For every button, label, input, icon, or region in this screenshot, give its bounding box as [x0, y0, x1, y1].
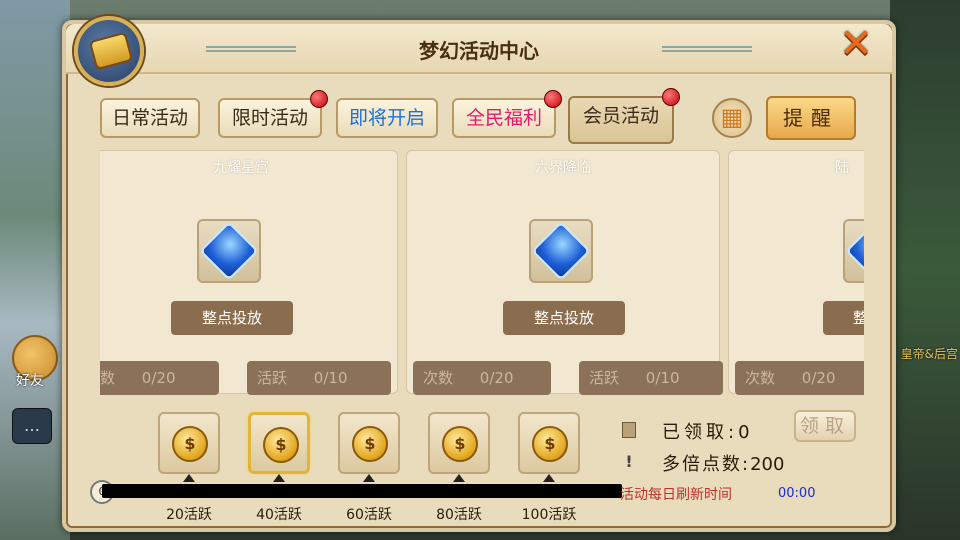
count-label: 次数: [423, 369, 454, 387]
count-value: 0/20: [479, 369, 514, 387]
multiplier-info: 多倍点数:200: [662, 450, 784, 476]
tier-marker: [543, 474, 555, 482]
activity-cards: 九耀星宫 整点投放 次数 0/20 活跃 0/10 六界降临 整点投放 次数 0…: [100, 150, 864, 396]
count-label: 次数: [745, 369, 776, 387]
refresh-time: 00:00: [778, 486, 816, 501]
tab-upcoming[interactable]: 即将开启: [336, 98, 438, 138]
card-title: 陆: [835, 160, 849, 176]
chat-icon[interactable]: …: [12, 408, 52, 444]
tab-welfare[interactable]: 全民福利: [452, 90, 562, 138]
multiplier-label: 多倍点数:: [662, 454, 751, 475]
scroll-icon: [74, 16, 144, 86]
blue-gem-icon: [845, 221, 864, 281]
claimed-value: 0: [738, 422, 750, 443]
active-value: 0/10: [313, 369, 348, 387]
count-value: 0/20: [801, 369, 836, 387]
tier-label: 20活跃: [166, 507, 212, 523]
claimed-label: 已领取:: [662, 422, 739, 443]
count-stat: 次数 0/20: [735, 361, 864, 395]
blue-gem-icon: [199, 221, 259, 281]
active-label: 活跃: [257, 369, 288, 387]
tab-limited[interactable]: 限时活动: [218, 90, 328, 138]
tab-label: 全民福利: [465, 107, 542, 129]
notification-dot-icon: [310, 90, 328, 108]
count-label: 次数: [100, 369, 116, 387]
activity-progress-bar: [102, 484, 622, 498]
activity-card[interactable]: 陆 整 次数 0/20: [728, 150, 864, 395]
tab-label: 限时活动: [231, 107, 308, 129]
active-stat: 活跃 0/10: [247, 361, 391, 395]
tab-label: 会员活动: [582, 105, 659, 127]
notification-dot-icon: [662, 88, 680, 106]
background-right-scenery: [890, 0, 960, 540]
tab-label: 日常活动: [111, 107, 188, 129]
remind-button[interactable]: 提醒: [766, 96, 856, 140]
tier-marker: [453, 474, 465, 482]
activity-card[interactable]: 六界降临 整点投放 次数 0/20 活跃 0/10: [406, 150, 723, 395]
refresh-label: 活动每日刷新时间: [620, 487, 732, 503]
schedule-button[interactable]: 整点投放: [171, 301, 293, 335]
tier-label: 100活跃: [521, 507, 577, 523]
reward-gem-slot[interactable]: [197, 219, 261, 283]
blue-gem-icon: [531, 221, 591, 281]
reward-gem-slot[interactable]: [529, 219, 593, 283]
schedule-button[interactable]: 整: [823, 301, 864, 335]
gold-coin-icon: $: [532, 426, 568, 462]
notification-dot-icon: [544, 90, 562, 108]
tier-marker: [273, 474, 285, 482]
panel-title: 梦幻活动中心: [419, 39, 539, 63]
card-title: 六界降临: [535, 160, 591, 176]
friends-label[interactable]: 好友: [16, 370, 44, 390]
count-stat: 次数 0/20: [413, 361, 551, 395]
grid-menu-icon[interactable]: ▦: [712, 98, 752, 138]
reward-chest-100[interactable]: $: [518, 412, 580, 474]
gift-icon: [622, 422, 636, 438]
gold-coin-icon: $: [263, 427, 299, 463]
right-side-label[interactable]: 皇帝&后宫: [901, 345, 958, 362]
count-stat: 次数 0/20: [100, 361, 219, 395]
reward-chest-80[interactable]: $: [428, 412, 490, 474]
tier-label: 40活跃: [256, 507, 302, 523]
tier-marker: [183, 474, 195, 482]
alert-icon: !: [625, 452, 633, 471]
claimed-info: 已领取:0: [662, 418, 750, 444]
multiplier-value: 200: [750, 454, 785, 475]
gold-coin-icon: $: [352, 426, 388, 462]
title-ornament-right: [662, 46, 752, 52]
background-left-scenery: [0, 0, 70, 540]
panel-header: 梦幻活动中心: [66, 24, 892, 74]
tab-daily[interactable]: 日常活动: [100, 98, 200, 138]
active-stat: 活跃 0/10: [579, 361, 723, 395]
claim-button[interactable]: 领取: [794, 410, 856, 442]
activity-card[interactable]: 九耀星宫 整点投放 次数 0/20 活跃 0/10: [100, 150, 398, 395]
reward-gem-slot[interactable]: [843, 219, 864, 283]
card-title: 九耀星宫: [213, 160, 269, 176]
gold-coin-icon: $: [172, 426, 208, 462]
reward-chest-60[interactable]: $: [338, 412, 400, 474]
active-label: 活跃: [589, 369, 620, 387]
count-value: 0/20: [141, 369, 176, 387]
tier-marker: [363, 474, 375, 482]
tier-label: 60活跃: [346, 507, 392, 523]
tier-label: 80活跃: [436, 507, 482, 523]
reward-chest-20[interactable]: $: [158, 412, 220, 474]
active-value: 0/10: [645, 369, 680, 387]
activity-center-panel: 梦幻活动中心 ✕ 日常活动 限时活动 即将开启 全民福利 会员活动 ▦ 提醒 九…: [62, 16, 896, 532]
close-icon[interactable]: ✕: [834, 22, 878, 66]
tab-vip[interactable]: 会员活动: [568, 88, 680, 144]
tab-label: 即将开启: [348, 107, 425, 129]
reward-chest-40[interactable]: $: [248, 412, 310, 474]
schedule-button[interactable]: 整点投放: [503, 301, 625, 335]
gold-coin-icon: $: [442, 426, 478, 462]
